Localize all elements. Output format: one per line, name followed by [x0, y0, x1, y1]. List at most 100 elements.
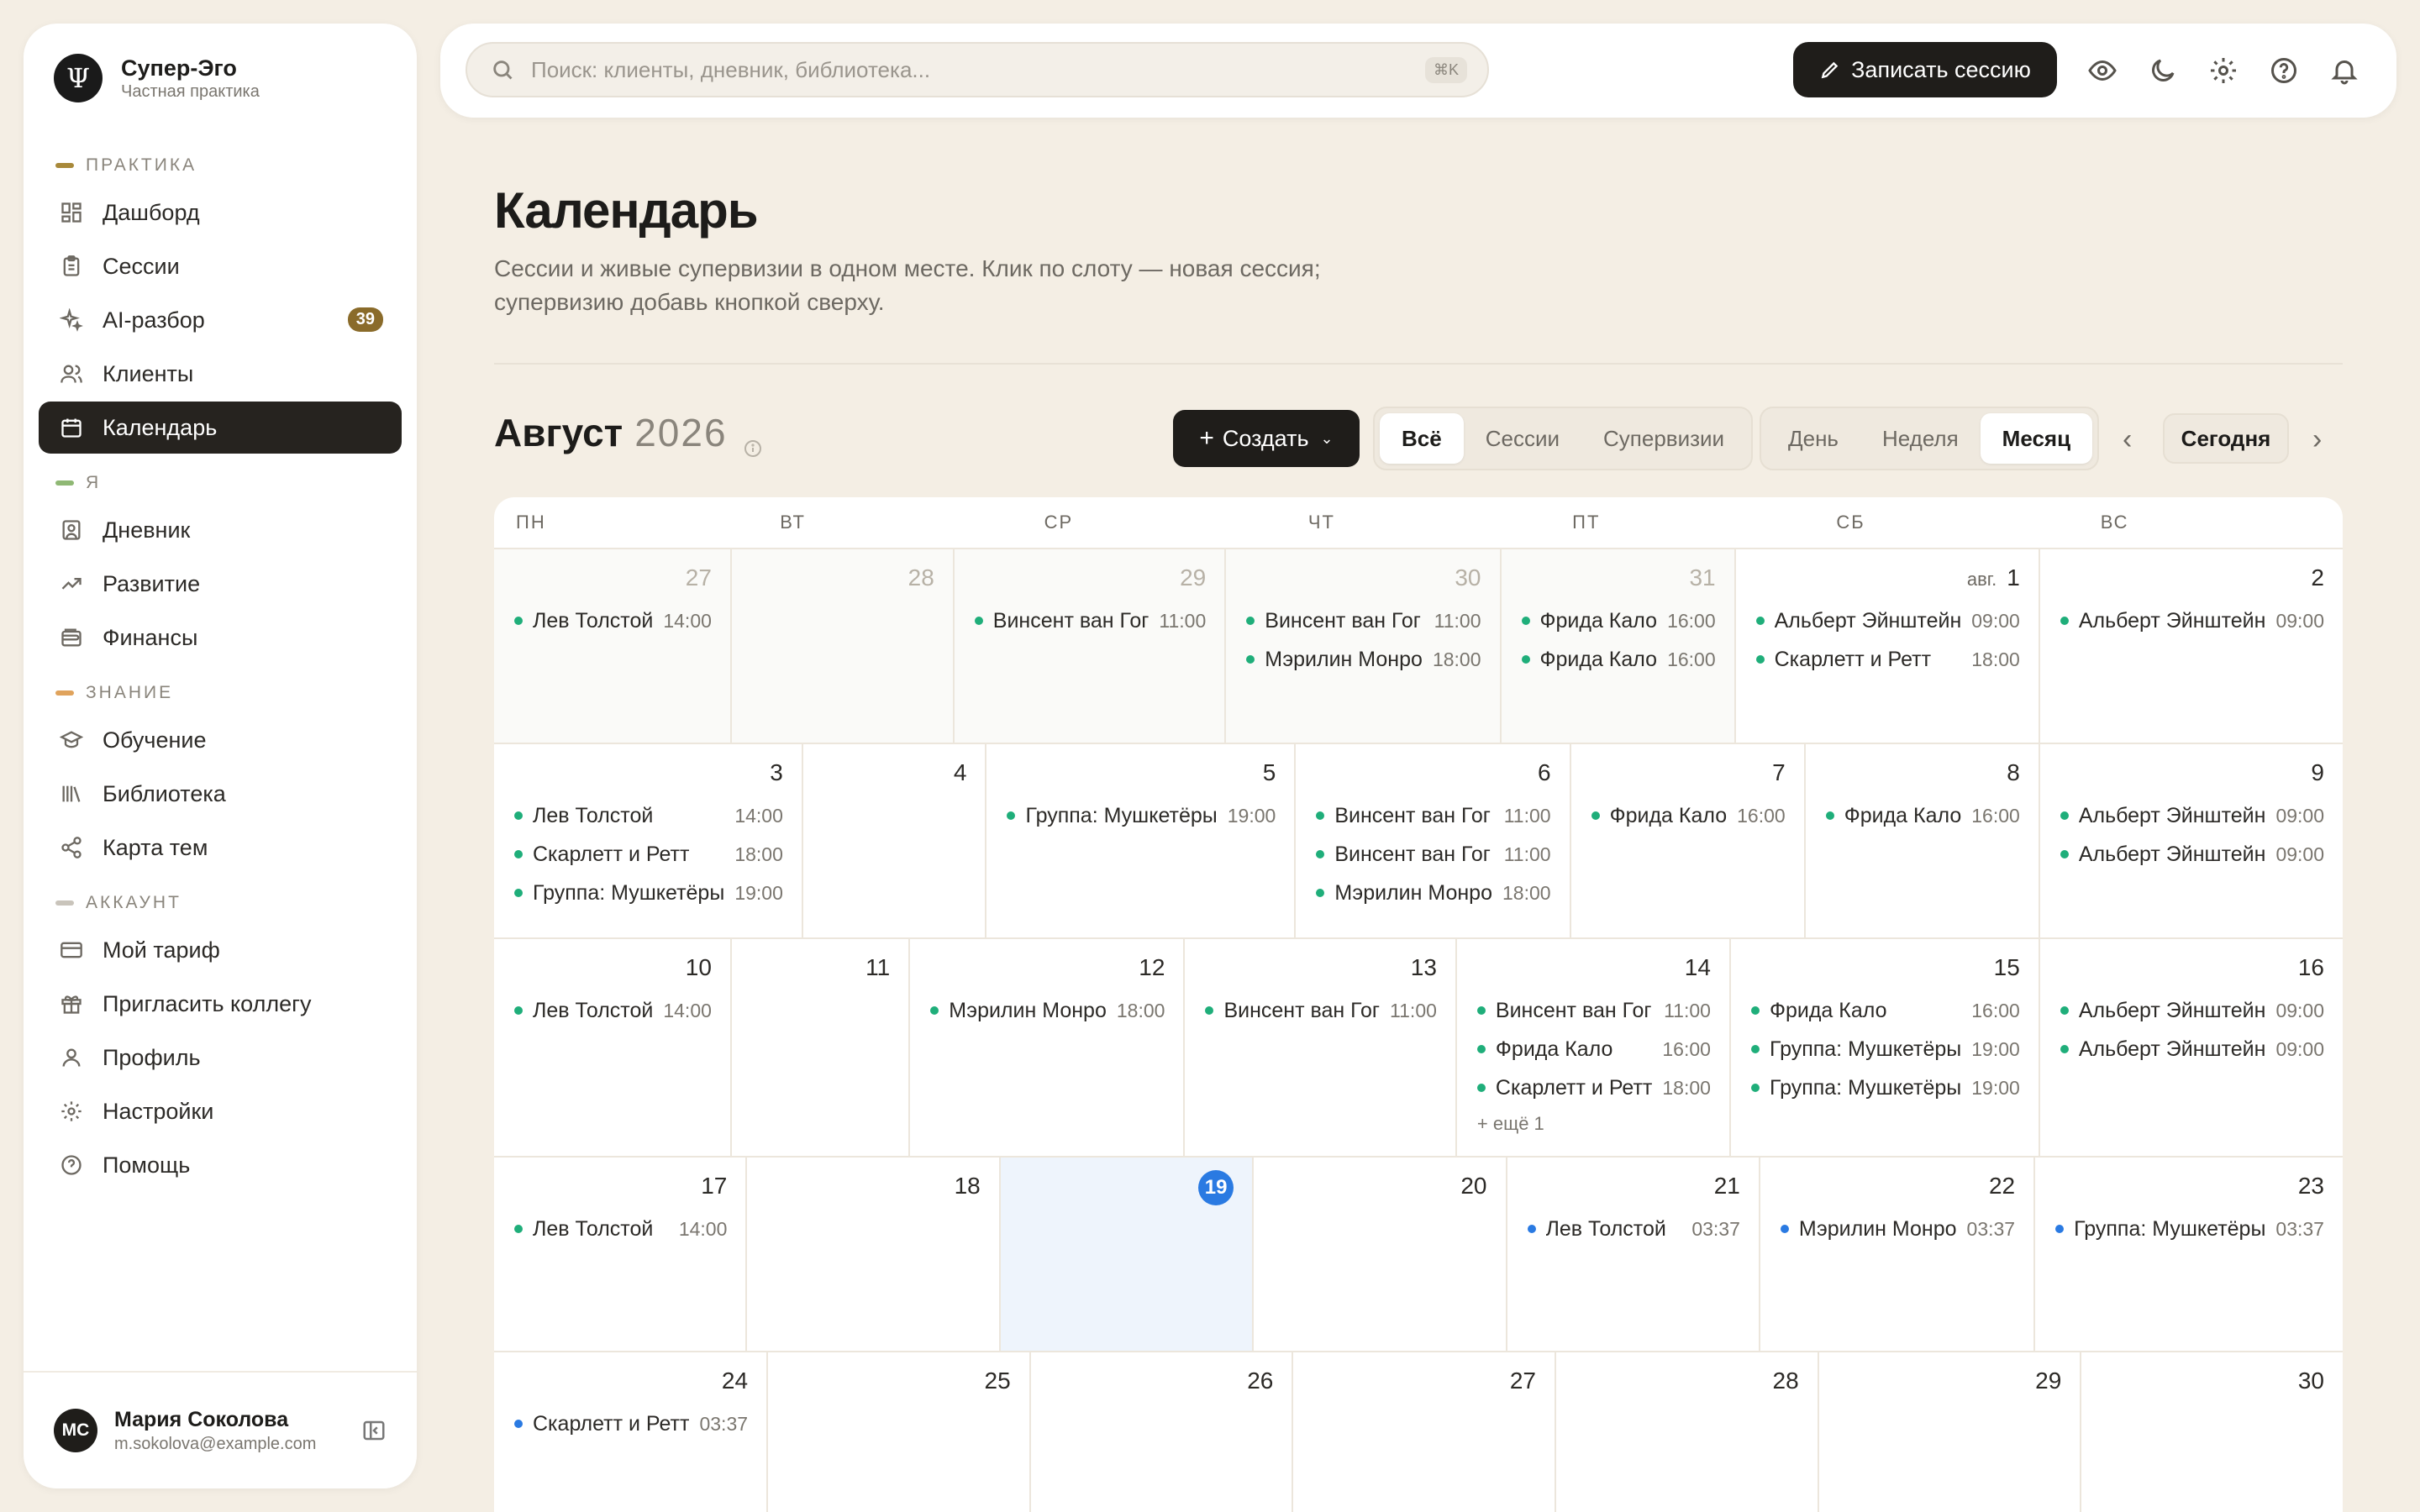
filter-option[interactable]: Сессии — [1464, 413, 1581, 464]
eye-icon[interactable] — [2087, 55, 2118, 86]
user-panel[interactable]: МС Мария Соколова m.sokolova@example.com — [24, 1371, 417, 1488]
calendar-event[interactable]: Фрида Кало 16:00 — [1590, 796, 1786, 835]
brand[interactable]: Ψ Супер-Эго Частная практика — [54, 54, 260, 102]
day-cell[interactable]: 28 — [1556, 1352, 1819, 1512]
day-cell[interactable]: 22 Мэрилин Монро 03:37 — [1760, 1158, 2036, 1351]
moon-icon[interactable] — [2148, 55, 2178, 86]
day-cell[interactable]: 6 Винсент ван Гог 11:00 Винсент ван Гог 11:0… — [1296, 744, 1571, 937]
day-cell[interactable]: 12 Мэрилин Монро 18:00 — [910, 939, 1186, 1156]
day-cell[interactable]: 20 — [1254, 1158, 1507, 1351]
calendar-event[interactable]: Лев Толстой 14:00 — [513, 796, 783, 835]
day-cell[interactable]: 19 — [1000, 1158, 1255, 1351]
calendar-event[interactable]: Фрида Кало 16:00 — [1824, 796, 2020, 835]
day-cell[interactable]: 26 — [1031, 1352, 1294, 1512]
calendar-event[interactable]: Группа: Мушкетёры 19:00 — [1005, 796, 1276, 835]
calendar-event[interactable]: Фрида Кало 16:00 — [1520, 640, 1716, 679]
calendar-event[interactable]: Лев Толстой 14:00 — [513, 991, 712, 1030]
day-cell[interactable]: 16 Альберт Эйнштейн 09:00 Альберт Эйнштейн 0… — [2040, 939, 2343, 1156]
calendar-event[interactable]: Альберт Эйнштейн 09:00 — [1754, 601, 2020, 640]
calendar-event[interactable]: Скарлетт и Ретт 18:00 — [1754, 640, 2020, 679]
calendar-event[interactable]: Альберт Эйнштейн 09:00 — [2059, 991, 2324, 1030]
day-cell[interactable]: 3 Лев Толстой 14:00 Скарлетт и Ретт 18:00 Гру… — [494, 744, 803, 937]
sidebar-item[interactable]: Пригласить коллегу — [39, 978, 402, 1030]
sidebar-item[interactable]: Обучение — [39, 714, 402, 766]
sidebar-item[interactable]: Библиотека — [39, 768, 402, 820]
sidebar-item[interactable]: Настройки — [39, 1085, 402, 1137]
calendar-event[interactable]: Винсент ван Гог 11:00 — [1314, 835, 1551, 874]
calendar-event[interactable]: Лев Толстой 14:00 — [513, 601, 712, 640]
day-cell[interactable]: 9 Альберт Эйнштейн 09:00 Альберт Эйнштейн 09… — [2040, 744, 2343, 937]
calendar-event[interactable]: Лев Толстой 14:00 — [513, 1210, 727, 1248]
day-cell[interactable]: 2 Альберт Эйнштейн 09:00 — [2040, 549, 2343, 743]
filter-option[interactable]: Супервизии — [1581, 413, 1746, 464]
day-cell[interactable]: 28 — [731, 549, 955, 743]
calendar-event[interactable]: Скарлетт и Ретт 18:00 — [513, 835, 783, 874]
day-cell[interactable]: 11 — [732, 939, 911, 1156]
calendar-event[interactable]: Группа: Мушкетёры 19:00 — [1749, 1068, 2020, 1107]
day-cell[interactable]: 17 Лев Толстой 14:00 — [494, 1158, 748, 1351]
calendar-event[interactable]: Мэрилин Монро 18:00 — [929, 991, 1165, 1030]
sidebar-item[interactable]: Профиль — [39, 1032, 402, 1084]
calendar-event[interactable]: Фрида Кало 16:00 — [1749, 991, 2020, 1030]
search-input[interactable] — [531, 56, 1371, 83]
calendar-event[interactable]: Винсент ван Гог 11:00 — [973, 601, 1206, 640]
view-option[interactable]: Неделя — [1860, 413, 1981, 464]
day-cell[interactable]: 30 Винсент ван Гог 11:00 Мэрилин Монро 18:00 — [1226, 549, 1502, 743]
sidebar-item[interactable]: Мой тариф — [39, 924, 402, 976]
calendar-event[interactable]: Альберт Эйнштейн 09:00 — [2059, 835, 2324, 874]
search-box[interactable]: ⌘K — [466, 42, 1489, 97]
calendar-event[interactable]: Фрида Кало 16:00 — [1476, 1030, 1711, 1068]
gear-icon[interactable] — [2208, 55, 2238, 86]
day-cell[interactable]: авг. 1 Альберт Эйнштейн 09:00 Скарлетт и Рет… — [1736, 549, 2040, 743]
calendar-event[interactable]: Винсент ван Гог 11:00 — [1244, 601, 1481, 640]
avatar[interactable]: МС — [54, 1409, 97, 1452]
calendar-event[interactable]: Группа: Мушкетёры 19:00 — [513, 874, 783, 912]
calendar-event[interactable]: Мэрилин Монро 18:00 — [1314, 874, 1551, 912]
day-cell[interactable]: 30 — [2081, 1352, 2343, 1512]
sidebar-item[interactable]: Финансы — [39, 612, 402, 664]
day-cell[interactable]: 29 Винсент ван Гог 11:00 — [954, 549, 1227, 743]
sidebar-item[interactable]: Клиенты — [39, 348, 402, 400]
day-cell[interactable]: 23 Группа: Мушкетёры 03:37 — [2035, 1158, 2343, 1351]
sidebar-item[interactable]: Дашборд — [39, 186, 402, 239]
calendar-event[interactable]: Лев Толстой 03:37 — [1526, 1210, 1740, 1248]
view-option[interactable]: Месяц — [1980, 413, 2093, 464]
prev-month-icon[interactable]: ‹ — [2123, 423, 2132, 456]
sidebar-item[interactable]: Дневник — [39, 504, 402, 556]
info-icon[interactable] — [743, 423, 763, 457]
day-cell[interactable]: 7 Фрида Кало 16:00 — [1571, 744, 1806, 937]
day-cell[interactable]: 14 Винсент ван Гог 11:00 Фрида Кало 16:00 Ска… — [1457, 939, 1731, 1156]
calendar-event[interactable]: Мэрилин Монро 18:00 — [1244, 640, 1481, 679]
calendar-event[interactable]: Группа: Мушкетёры 03:37 — [2054, 1210, 2324, 1248]
day-cell[interactable]: 25 — [768, 1352, 1031, 1512]
today-button[interactable]: Сегодня — [2163, 413, 2289, 464]
next-month-icon[interactable]: › — [2312, 423, 2322, 456]
more-events-link[interactable]: + ещё 1 — [1476, 1107, 1711, 1141]
filter-option[interactable]: Всё — [1380, 413, 1464, 464]
calendar-event[interactable]: Альберт Эйнштейн 09:00 — [2059, 1030, 2324, 1068]
sidebar-item[interactable]: Развитие — [39, 558, 402, 610]
calendar-event[interactable]: Скарлетт и Ретт 18:00 — [1476, 1068, 1711, 1107]
day-cell[interactable]: 4 — [803, 744, 987, 937]
day-cell[interactable]: 8 Фрида Кало 16:00 — [1806, 744, 2040, 937]
day-cell[interactable]: 15 Фрида Кало 16:00 Группа: Мушкетёры 19:00 Г… — [1731, 939, 2040, 1156]
sidebar-item[interactable]: Сессии — [39, 240, 402, 292]
calendar-event[interactable]: Скарлетт и Ретт 03:37 — [513, 1404, 748, 1443]
record-session-button[interactable]: Записать сессию — [1793, 42, 2057, 97]
calendar-event[interactable]: Винсент ван Гог 11:00 — [1476, 991, 1711, 1030]
sidebar-item[interactable]: Помощь — [39, 1139, 402, 1191]
day-cell[interactable]: 24 Скарлетт и Ретт 03:37 — [494, 1352, 769, 1512]
bell-icon[interactable] — [2329, 55, 2360, 86]
day-cell[interactable]: 27 Лев Толстой 14:00 — [494, 549, 732, 743]
collapse-sidebar-icon[interactable] — [361, 1418, 387, 1443]
calendar-event[interactable]: Альберт Эйнштейн 09:00 — [2059, 601, 2324, 640]
calendar-event[interactable]: Винсент ван Гог 11:00 — [1203, 991, 1437, 1030]
day-cell[interactable]: 31 Фрида Кало 16:00 Фрида Кало 16:00 — [1501, 549, 1736, 743]
day-cell[interactable]: 5 Группа: Мушкетёры 19:00 — [986, 744, 1297, 937]
calendar-event[interactable]: Альберт Эйнштейн 09:00 — [2059, 796, 2324, 835]
day-cell[interactable]: 21 Лев Толстой 03:37 — [1507, 1158, 1760, 1351]
help-icon[interactable] — [2269, 55, 2299, 86]
day-cell[interactable]: 18 — [747, 1158, 1001, 1351]
view-option[interactable]: День — [1766, 413, 1860, 464]
calendar-event[interactable]: Винсент ван Гог 11:00 — [1314, 796, 1551, 835]
